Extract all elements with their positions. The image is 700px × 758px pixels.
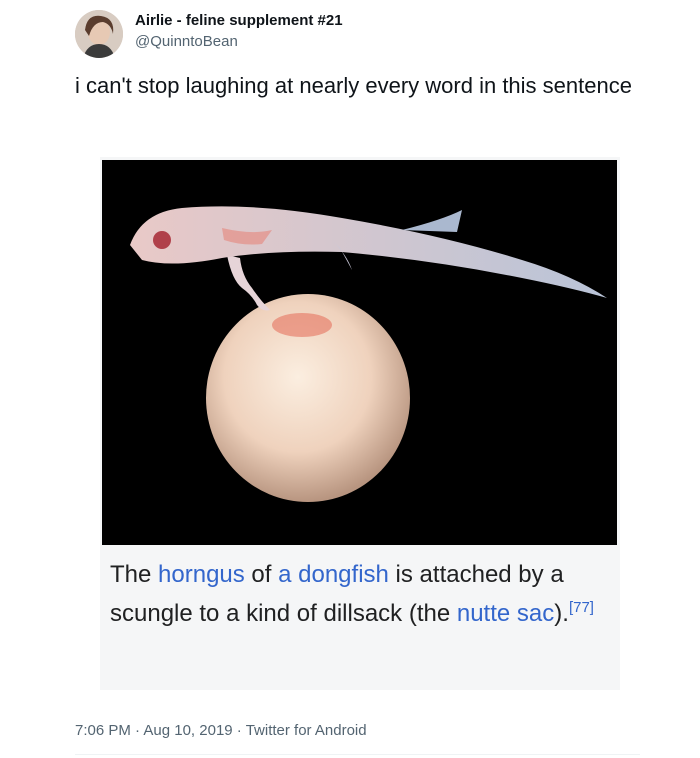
caption-text: of <box>244 561 279 588</box>
avatar-photo <box>75 10 123 58</box>
caption-link-nutte-sac: nutte sac <box>456 600 555 627</box>
divider <box>75 754 640 755</box>
caption-link-dongfish: a dongfish <box>278 561 389 588</box>
meta-separator: · <box>130 722 144 739</box>
tweet-date[interactable]: Aug 10, 2019 <box>143 722 232 739</box>
meta-separator: · <box>232 722 246 739</box>
tweet-text: i can't stop laughing at nearly every wo… <box>75 73 632 98</box>
wikipedia-caption: The horngus of a dongfish is attached by… <box>110 555 610 633</box>
tweet-media[interactable]: The horngus of a dongfish is attached by… <box>100 157 620 690</box>
tweet-meta: 7:06 PM · Aug 10, 2019 · Twitter for And… <box>75 722 367 739</box>
author-display-name[interactable]: Airlie - feline supplement #21 <box>135 12 343 29</box>
citation-ref: [77] <box>568 599 594 616</box>
caption-link-horngus: horngus <box>158 561 245 588</box>
author-handle[interactable]: @QuinntoBean <box>135 33 238 50</box>
avatar[interactable] <box>75 10 123 58</box>
dogfish-embryo-image <box>102 160 617 545</box>
caption-text: The <box>110 561 159 588</box>
embryo-photo <box>102 160 617 545</box>
caption-text: ). <box>554 600 569 627</box>
tweet-time[interactable]: 7:06 PM <box>75 722 131 739</box>
tweet-source[interactable]: Twitter for Android <box>246 722 367 739</box>
